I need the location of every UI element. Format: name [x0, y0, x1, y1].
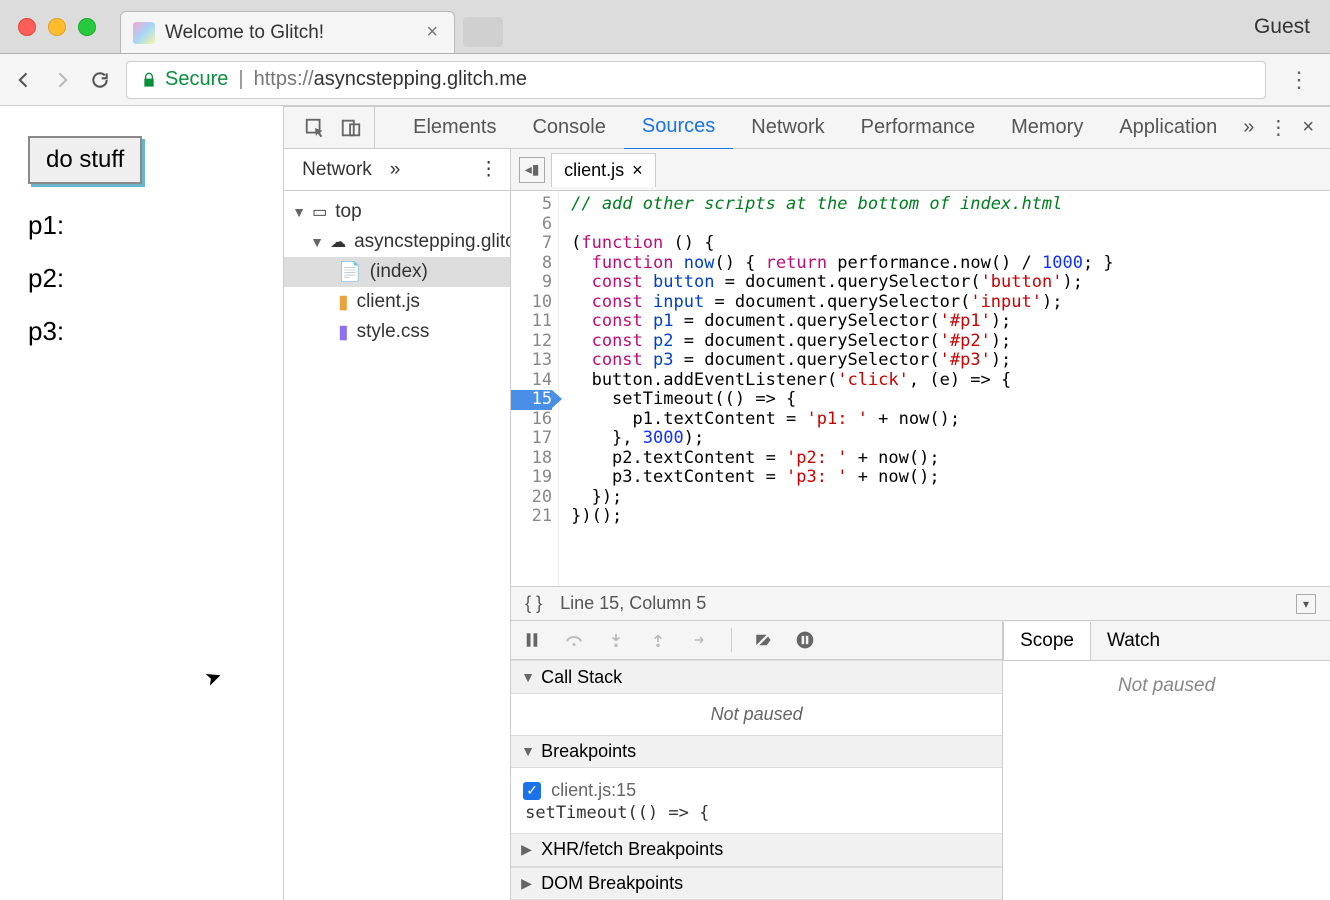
- profile-label[interactable]: Guest: [1254, 15, 1310, 39]
- code-editor[interactable]: 56789101112131415161718192021 // add oth…: [511, 191, 1330, 586]
- breakpoints-header[interactable]: ▼Breakpoints: [511, 735, 1002, 768]
- debugger-pane: ▼Call Stack Not paused ▼Breakpoints ✓ cl…: [511, 620, 1330, 900]
- tab-sources[interactable]: Sources: [624, 105, 733, 151]
- more-tabs-icon[interactable]: »: [1243, 116, 1254, 139]
- tree-file-clientjs[interactable]: ▮client.js: [284, 287, 510, 317]
- window-icon: ▭: [312, 202, 327, 222]
- browser-tab[interactable]: Welcome to Glitch! ×: [120, 11, 455, 53]
- sources-navigator: Network » ⋮ ▼▭top ▼☁asyncstepping.glitc …: [284, 149, 511, 900]
- step-over-button[interactable]: [563, 629, 585, 651]
- tree-root[interactable]: ▼▭top: [284, 197, 510, 227]
- tab-title: Welcome to Glitch!: [165, 22, 422, 44]
- devtools-panel: Elements Console Sources Network Perform…: [284, 106, 1330, 900]
- browser-tabstrip: Welcome to Glitch! × Guest: [0, 0, 1330, 54]
- file-tab-clientjs[interactable]: client.js×: [551, 153, 656, 187]
- browser-toolbar: Secure | https://asyncstepping.glitch.me…: [0, 54, 1330, 106]
- tab-memory[interactable]: Memory: [993, 106, 1101, 149]
- navigator-menu-icon[interactable]: ⋮: [479, 158, 498, 181]
- css-file-icon: ▮: [338, 321, 348, 344]
- breakpoint-item[interactable]: ✓ client.js:15: [523, 778, 990, 803]
- watch-tab[interactable]: Watch: [1091, 622, 1176, 660]
- cloud-icon: ☁: [330, 232, 346, 252]
- breakpoint-marker[interactable]: 15: [511, 390, 552, 410]
- devtools-tabbar: Elements Console Sources Network Perform…: [284, 107, 1330, 149]
- p1-text: p1:: [28, 210, 255, 241]
- tab-elements[interactable]: Elements: [395, 106, 514, 149]
- cursor-position: Line 15, Column 5: [560, 593, 706, 614]
- tab-performance[interactable]: Performance: [843, 106, 994, 149]
- xhr-breakpoints-header[interactable]: ▶XHR/fetch Breakpoints: [511, 833, 1002, 866]
- close-file-icon[interactable]: ×: [632, 160, 643, 181]
- step-button[interactable]: [689, 629, 711, 651]
- callstack-header[interactable]: ▼Call Stack: [511, 660, 1002, 693]
- secure-badge: Secure: [141, 68, 228, 91]
- address-bar[interactable]: Secure | https://asyncstepping.glitch.me: [126, 61, 1266, 99]
- callstack-body: Not paused: [511, 694, 1002, 735]
- breakpoint-label: client.js:15: [551, 780, 636, 801]
- tree-file-index[interactable]: 📄(index): [284, 257, 510, 287]
- close-window-icon[interactable]: [18, 18, 36, 36]
- code-content[interactable]: // add other scripts at the bottom of in…: [559, 191, 1330, 586]
- tab-application[interactable]: Application: [1101, 106, 1235, 149]
- p2-text: p2:: [28, 263, 255, 294]
- breakpoint-snippet: setTimeout(() => {: [523, 803, 990, 823]
- device-toggle-icon[interactable]: [338, 115, 364, 141]
- inspect-element-icon[interactable]: [302, 115, 328, 141]
- line-gutter[interactable]: 56789101112131415161718192021: [511, 191, 559, 586]
- dom-breakpoints-header[interactable]: ▶DOM Breakpoints: [511, 867, 1002, 900]
- toggle-navigator-icon[interactable]: ◂▮: [519, 157, 545, 183]
- navigator-more-icon[interactable]: »: [390, 159, 401, 181]
- close-tab-icon[interactable]: ×: [422, 21, 442, 44]
- js-file-icon: ▮: [338, 291, 348, 314]
- scope-watch-tabs: Scope Watch: [1003, 621, 1330, 661]
- url-scheme: https://: [254, 68, 314, 91]
- url-host: asyncstepping.glitch.me: [314, 68, 527, 91]
- forward-button[interactable]: [50, 68, 74, 92]
- tree-domain[interactable]: ▼☁asyncstepping.glitc: [284, 227, 510, 257]
- url-separator: |: [238, 68, 243, 91]
- tab-network[interactable]: Network: [733, 106, 842, 149]
- window-controls: [18, 18, 96, 36]
- document-icon: 📄: [338, 260, 362, 284]
- browser-menu-icon[interactable]: ⋮: [1280, 67, 1318, 93]
- back-button[interactable]: [12, 68, 36, 92]
- favicon-icon: [133, 22, 155, 44]
- do-stuff-button[interactable]: do stuff: [28, 136, 142, 184]
- maximize-window-icon[interactable]: [78, 18, 96, 36]
- navigator-network-tab[interactable]: Network: [296, 155, 378, 185]
- debug-toolbar: [511, 621, 1002, 660]
- page-viewport: do stuff p1: p2: p3:: [0, 106, 284, 900]
- new-tab-button[interactable]: [463, 17, 503, 47]
- breakpoint-checkbox[interactable]: ✓: [523, 782, 541, 800]
- editor-statusbar: { } Line 15, Column 5 ▾: [511, 586, 1330, 620]
- tree-file-stylecss[interactable]: ▮style.css: [284, 317, 510, 347]
- minimize-window-icon[interactable]: [48, 18, 66, 36]
- scope-body: Not paused: [1003, 661, 1330, 900]
- deactivate-breakpoints-button[interactable]: [752, 629, 774, 651]
- toggle-details-icon[interactable]: ▾: [1296, 594, 1316, 614]
- p3-text: p3:: [28, 316, 255, 347]
- scope-tab[interactable]: Scope: [1003, 622, 1091, 660]
- reload-button[interactable]: [88, 68, 112, 92]
- lock-icon: [141, 71, 157, 89]
- pretty-print-icon[interactable]: { }: [525, 593, 542, 614]
- file-tree: ▼▭top ▼☁asyncstepping.glitc 📄(index) ▮cl…: [284, 191, 510, 353]
- step-out-button[interactable]: [647, 629, 669, 651]
- pause-on-exceptions-button[interactable]: [794, 629, 816, 651]
- breakpoints-body: ✓ client.js:15 setTimeout(() => {: [511, 768, 1002, 833]
- editor-tabbar: ◂▮ client.js×: [511, 149, 1330, 191]
- step-into-button[interactable]: [605, 629, 627, 651]
- devtools-menu-icon[interactable]: ⋮: [1268, 115, 1288, 140]
- devtools-close-icon[interactable]: ×: [1302, 116, 1314, 139]
- secure-label: Secure: [165, 68, 228, 91]
- pause-button[interactable]: [521, 629, 543, 651]
- tab-console[interactable]: Console: [514, 106, 623, 149]
